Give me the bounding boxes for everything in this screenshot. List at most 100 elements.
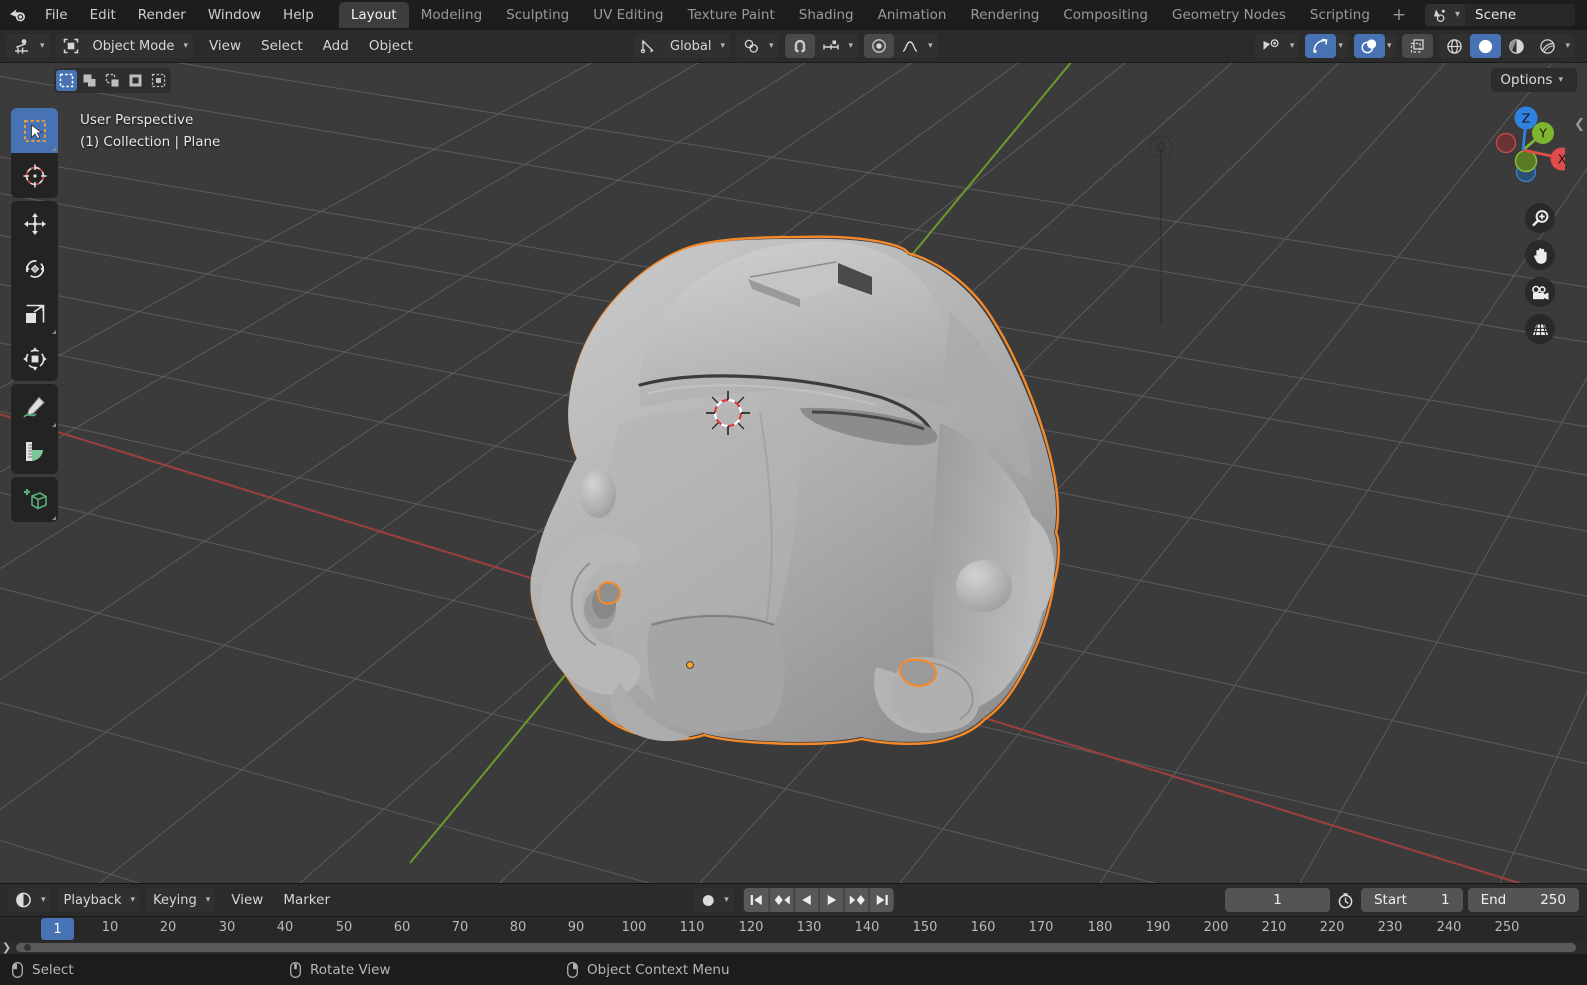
gizmo-chevron-icon[interactable]: ▾: [1336, 41, 1348, 51]
mode-chevron-icon[interactable]: ▾: [181, 41, 193, 51]
object-visibility-group[interactable]: ▾: [1254, 34, 1300, 58]
auto-keying-group[interactable]: ▾: [693, 888, 734, 912]
tool-move[interactable]: [11, 201, 58, 246]
gizmo-group[interactable]: ▾: [1305, 34, 1348, 58]
jump-to-prev-keyframe-icon[interactable]: [768, 888, 794, 912]
scene-selector[interactable]: ▾ Scene: [1424, 4, 1575, 26]
tool-scale[interactable]: [11, 291, 58, 336]
blender-logo-icon[interactable]: [0, 0, 34, 30]
snapping-group[interactable]: ▾: [784, 34, 859, 58]
shading-solid-icon[interactable]: [1470, 34, 1502, 58]
xray-group[interactable]: [1402, 34, 1434, 58]
tool-add-cube[interactable]: [11, 477, 58, 522]
stopwatch-icon[interactable]: [1335, 888, 1356, 912]
jump-to-end-icon[interactable]: [868, 888, 894, 912]
tool-annotate[interactable]: [11, 384, 58, 429]
viewport-menu-add[interactable]: Add: [313, 34, 359, 58]
timeline-scroll-handle[interactable]: [24, 944, 31, 951]
toggle-xray-icon[interactable]: [1402, 34, 1434, 58]
editor-type-selector[interactable]: ▾: [6, 34, 50, 58]
show-overlays-icon[interactable]: [1353, 34, 1385, 58]
transform-orientation-label[interactable]: Global: [663, 34, 718, 58]
workspace-tab-rendering[interactable]: Rendering: [958, 2, 1051, 28]
keying-chevron-icon[interactable]: ▾: [204, 895, 216, 905]
menu-render[interactable]: Render: [127, 4, 197, 26]
select-box-icon[interactable]: [56, 70, 77, 91]
scene-name[interactable]: Scene: [1465, 4, 1575, 26]
orientation-chevron-icon[interactable]: ▾: [718, 41, 730, 51]
workspace-tab-layout[interactable]: Layout: [338, 2, 409, 28]
pan-hand-icon[interactable]: [1525, 240, 1555, 270]
pivot-point-selector[interactable]: ▾: [736, 34, 779, 58]
workspace-tab-uv-editing[interactable]: UV Editing: [581, 2, 675, 28]
tool-measure[interactable]: [11, 429, 58, 474]
select-invert-icon[interactable]: [125, 70, 146, 91]
select-extend-icon[interactable]: [79, 70, 100, 91]
start-frame-field[interactable]: Start 1: [1360, 888, 1463, 912]
keying-menu[interactable]: Keying ▾: [146, 888, 216, 912]
tool-rotate[interactable]: [11, 246, 58, 291]
viewport-menu-select[interactable]: Select: [251, 34, 313, 58]
overlays-chevron-icon[interactable]: ▾: [1385, 41, 1397, 51]
tool-cursor[interactable]: [11, 153, 58, 198]
viewport-menu-view[interactable]: View: [199, 34, 251, 58]
object-visibility-icon[interactable]: [1255, 34, 1288, 58]
end-frame-field[interactable]: End 250: [1467, 888, 1579, 912]
snap-increment-icon[interactable]: [815, 34, 847, 58]
auto-keying-chevron-icon[interactable]: ▾: [722, 895, 734, 905]
workspace-tab-sculpting[interactable]: Sculpting: [494, 2, 581, 28]
select-subtract-icon[interactable]: [102, 70, 123, 91]
timeline-ruler[interactable]: 1 10 20 30 40 50 60 70 80 90 100 110 120…: [0, 916, 1587, 941]
play-reverse-icon[interactable]: [793, 888, 819, 912]
timeline-menu-marker[interactable]: Marker: [273, 888, 340, 912]
workspace-tab-shading[interactable]: Shading: [787, 2, 866, 28]
timeline-editor-selector[interactable]: ▾: [8, 888, 51, 912]
transform-orientation-selector[interactable]: Global ▾: [633, 34, 731, 58]
timeline-menu-view[interactable]: View: [221, 888, 273, 912]
workspace-tab-compositing[interactable]: Compositing: [1051, 2, 1160, 28]
viewport-menu-object[interactable]: Object: [359, 34, 423, 58]
viewport-toolbar[interactable]: [11, 108, 58, 522]
menu-edit[interactable]: Edit: [79, 4, 127, 26]
record-auto-keying-icon[interactable]: [693, 888, 722, 912]
falloff-chevron-icon[interactable]: ▾: [926, 41, 938, 51]
options-button[interactable]: Options ▾: [1491, 68, 1577, 92]
show-gizmo-icon[interactable]: [1305, 34, 1337, 58]
snap-chevron-icon[interactable]: ▾: [847, 41, 859, 51]
keying-label[interactable]: Keying: [146, 888, 204, 912]
zoom-magnifier-icon[interactable]: [1525, 203, 1555, 233]
viewport-nav-buttons[interactable]: [1525, 203, 1555, 344]
shading-wireframe-icon[interactable]: [1439, 34, 1470, 58]
3d-viewport[interactable]: User Perspective (1) Collection | Plane …: [0, 63, 1587, 883]
falloff-smooth-icon[interactable]: [894, 34, 926, 58]
visibility-chevron-icon[interactable]: ▾: [1288, 41, 1300, 51]
select-mode-group[interactable]: [54, 68, 171, 93]
jump-to-next-keyframe-icon[interactable]: [843, 888, 869, 912]
sidebar-collapse-icon[interactable]: ❮: [1574, 117, 1585, 132]
current-frame-field[interactable]: 1: [1224, 888, 1330, 912]
add-workspace-button[interactable]: +: [1382, 2, 1416, 28]
playback-chevron-icon[interactable]: ▾: [129, 895, 141, 905]
timeline-scroll-area[interactable]: ❯: [0, 941, 1587, 954]
workspace-tab-texture-paint[interactable]: Texture Paint: [676, 2, 787, 28]
playback-label[interactable]: Playback: [57, 888, 129, 912]
snap-magnet-icon[interactable]: [784, 34, 815, 58]
playback-menu[interactable]: Playback ▾: [56, 888, 141, 912]
tool-tweak[interactable]: [11, 108, 58, 153]
workspace-tab-animation[interactable]: Animation: [866, 2, 959, 28]
shading-chevron-icon[interactable]: ▾: [1563, 41, 1575, 51]
camera-view-icon[interactable]: [1525, 277, 1555, 307]
workspace-tab-scripting[interactable]: Scripting: [1298, 2, 1382, 28]
toggle-perspective-ortho-icon[interactable]: [1525, 314, 1555, 344]
tool-transform[interactable]: [11, 336, 58, 381]
shading-material-preview-icon[interactable]: [1501, 34, 1532, 58]
pivot-chevron-icon[interactable]: ▾: [767, 41, 779, 51]
menu-help[interactable]: Help: [272, 4, 325, 26]
options-chevron-icon[interactable]: ▾: [1552, 75, 1568, 85]
play-icon[interactable]: [818, 888, 844, 912]
timeline-editor-icon[interactable]: [8, 888, 39, 912]
playhead[interactable]: 1: [41, 918, 74, 940]
menu-file[interactable]: File: [34, 4, 79, 26]
menu-window[interactable]: Window: [197, 4, 272, 26]
interaction-mode-selector[interactable]: Object Mode ▾: [55, 34, 193, 58]
